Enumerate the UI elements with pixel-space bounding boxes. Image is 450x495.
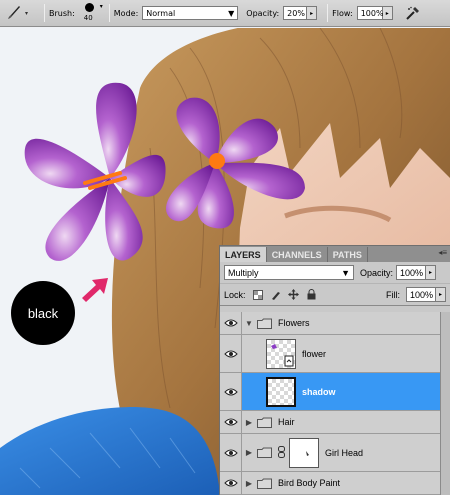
- mask-link-icon[interactable]: [278, 445, 286, 460]
- panel-menu-icon[interactable]: ◂≡: [438, 248, 447, 257]
- layers-list: ▼ Flowers flower shadow ▶ Hair ▶ Girl He…: [220, 312, 450, 495]
- layer-name: Bird Body Paint: [278, 478, 341, 488]
- fill-input[interactable]: 100%: [406, 287, 436, 302]
- mode-label: Mode:: [113, 8, 139, 18]
- visibility-eye-icon[interactable]: [220, 335, 242, 372]
- chevron-down-icon: ▼: [341, 267, 350, 278]
- layer-opacity-label: Opacity:: [360, 267, 394, 278]
- group-collapsed-triangle-icon[interactable]: ▶: [242, 479, 256, 488]
- mode-select[interactable]: Normal ▼: [142, 6, 239, 20]
- layer-row-girl-head[interactable]: ▶ Girl Head: [220, 434, 450, 472]
- opacity-input[interactable]: 20%: [283, 6, 308, 20]
- lock-row: Lock: Fill: 100% ▸: [220, 284, 450, 306]
- layer-row-shadow[interactable]: shadow: [220, 373, 450, 411]
- lock-all-icon[interactable]: [306, 289, 318, 301]
- blend-mode-select[interactable]: Multiply ▼: [224, 265, 354, 280]
- options-bar: ▾ Brush: 40 ▾ Mode: Normal ▼ Opacity: 20…: [0, 0, 450, 27]
- lock-image-pixels-icon[interactable]: [270, 289, 282, 301]
- layer-mask-thumbnail[interactable]: [289, 437, 319, 468]
- layer-name: shadow: [302, 386, 336, 397]
- flow-input[interactable]: 100%: [356, 6, 384, 20]
- brush-tip-icon: [84, 3, 94, 12]
- folder-icon: [256, 477, 272, 489]
- layer-opacity-input[interactable]: 100%: [396, 265, 427, 280]
- panel-tabs: LAYERS CHANNELS PATHS ◂≡: [220, 246, 450, 262]
- layer-name: Hair: [278, 417, 295, 427]
- blend-mode-value: Multiply: [228, 267, 259, 278]
- mode-value: Normal: [146, 8, 176, 18]
- visibility-eye-icon[interactable]: [220, 472, 242, 494]
- group-collapsed-triangle-icon[interactable]: ▶: [242, 448, 256, 457]
- brush-tool-icon: [6, 4, 22, 22]
- tab-layers[interactable]: LAYERS: [220, 247, 267, 262]
- layer-row-bird-body-paint[interactable]: ▶ Bird Body Paint: [220, 472, 450, 495]
- separator: [327, 4, 329, 22]
- layer-thumbnail: [266, 376, 296, 407]
- folder-icon: [256, 416, 272, 428]
- opacity-label: Opacity:: [246, 8, 280, 18]
- black-color-swatch: black: [11, 281, 75, 345]
- visibility-eye-icon[interactable]: [220, 434, 242, 471]
- tab-paths[interactable]: PATHS: [328, 247, 368, 262]
- fill-label: Fill:: [386, 289, 400, 300]
- lock-label: Lock:: [224, 289, 246, 300]
- separator: [108, 4, 110, 22]
- visibility-eye-icon[interactable]: [220, 312, 242, 334]
- blend-row: Multiply ▼ Opacity: 100% ▸: [220, 262, 450, 284]
- layer-row-flowers[interactable]: ▼ Flowers: [220, 312, 450, 335]
- folder-icon: [256, 447, 272, 459]
- opacity-slider-button[interactable]: ▸: [307, 6, 318, 20]
- pink-arrow: [82, 278, 108, 302]
- layers-scrollbar[interactable]: [440, 312, 450, 495]
- folder-icon: [256, 317, 272, 329]
- layer-thumbnail: [266, 338, 296, 369]
- lock-position-icon[interactable]: [288, 289, 300, 301]
- fill-slider-button[interactable]: ▸: [436, 287, 446, 302]
- flow-slider-button[interactable]: ▸: [382, 6, 393, 20]
- tool-preset-arrow-icon: ▾: [25, 9, 29, 17]
- layer-opacity-slider-button[interactable]: ▸: [426, 265, 437, 280]
- group-collapsed-triangle-icon[interactable]: ▶: [242, 418, 256, 427]
- separator: [44, 4, 45, 22]
- brush-picker[interactable]: 40 ▾: [79, 2, 103, 24]
- flow-label: Flow:: [332, 8, 353, 18]
- airbrush-icon[interactable]: [403, 3, 423, 23]
- layer-row-hair[interactable]: ▶ Hair: [220, 411, 450, 434]
- brush-label: Brush:: [49, 8, 75, 18]
- layer-name: Flowers: [278, 318, 310, 328]
- layer-name: flower: [302, 348, 327, 359]
- tab-channels[interactable]: CHANNELS: [267, 247, 328, 262]
- layer-name: Girl Head: [325, 447, 364, 458]
- layers-panel: LAYERS CHANNELS PATHS ◂≡ Multiply ▼ Opac…: [219, 245, 450, 495]
- brush-size: 40: [83, 14, 93, 22]
- brush-picker-arrow-icon: ▾: [99, 3, 103, 10]
- group-expanded-triangle-icon[interactable]: ▼: [242, 319, 256, 328]
- visibility-eye-icon[interactable]: [220, 411, 242, 433]
- visibility-eye-icon[interactable]: [220, 373, 242, 410]
- layer-row-flower[interactable]: flower: [220, 335, 450, 373]
- chevron-down-icon: ▼: [228, 8, 235, 18]
- lock-transparency-icon[interactable]: [252, 289, 264, 301]
- tool-preset-picker[interactable]: ▾: [0, 0, 40, 27]
